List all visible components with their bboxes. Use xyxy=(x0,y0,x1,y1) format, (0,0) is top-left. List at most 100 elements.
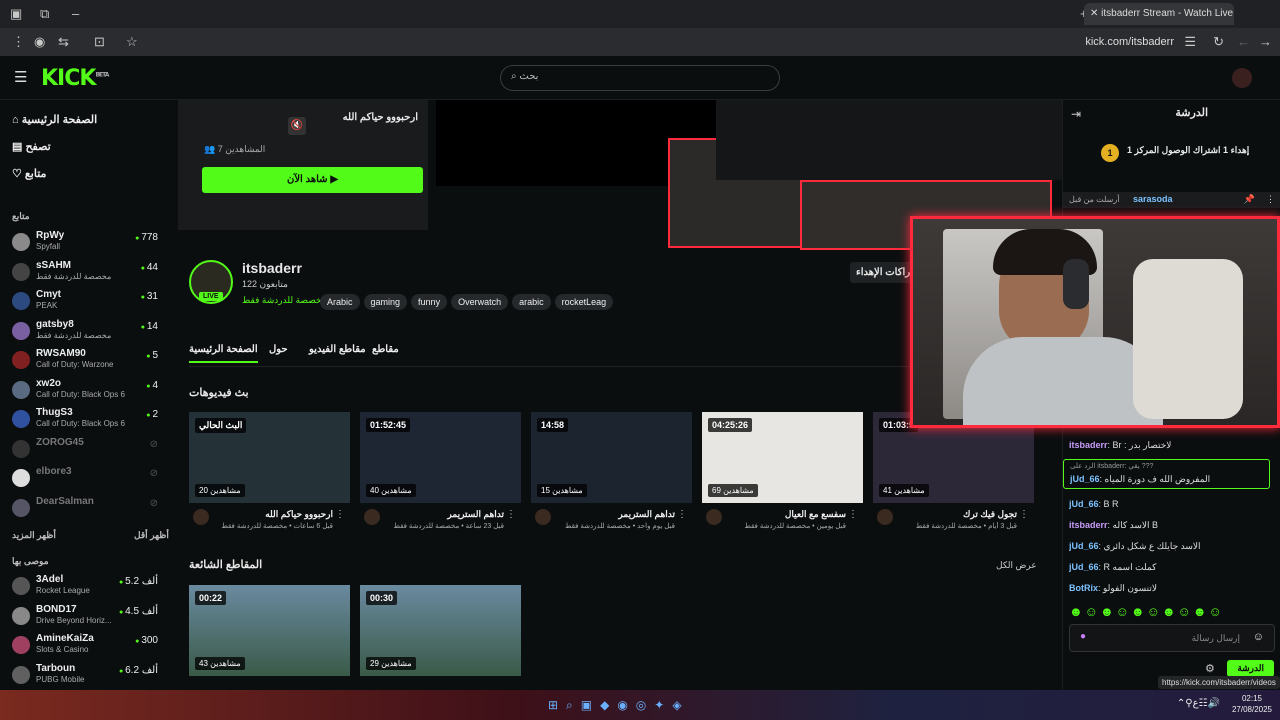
channel-item[interactable]: CmytPEAK 31 xyxy=(12,289,162,317)
tag[interactable]: rocketLeag xyxy=(554,294,614,310)
sidebar-item-home[interactable]: ⌂ الصفحة الرئيسية xyxy=(12,113,97,126)
taskbar-apps[interactable]: ⊞⌕▣◆◉◎✦◈ xyxy=(548,698,690,713)
channel-item[interactable]: 3AdelRocket League 5.2 ألف xyxy=(12,574,162,602)
tray-icons[interactable]: ⌃⚲ع☷🔊 xyxy=(1177,698,1220,709)
channel-item[interactable]: BOND17Drive Beyond Horiz... 4.5 ألف xyxy=(12,604,162,632)
video-title[interactable]: سفسع مع العيال xyxy=(726,509,846,520)
video-menu-icon[interactable]: ⋮ xyxy=(848,509,858,520)
emote-bar[interactable]: ☻☺☻☺☻☺☻☺☻☺ xyxy=(1069,604,1224,619)
channel-item[interactable]: DearSalman ⊘ xyxy=(12,496,162,524)
pin-icon[interactable]: 📌 xyxy=(1244,194,1255,205)
tag[interactable]: gaming xyxy=(363,294,408,310)
channel-item[interactable]: AmineKaiZaSlots & Casino 300 xyxy=(12,633,162,661)
tab-about[interactable]: حول xyxy=(269,344,288,355)
tag[interactable]: Overwatch xyxy=(451,294,509,310)
video-channel-avatar[interactable] xyxy=(193,509,209,525)
video-channel-avatar[interactable] xyxy=(877,509,893,525)
video-title[interactable]: تداهم الستريمر xyxy=(384,509,504,520)
more-icon[interactable]: ⋮ xyxy=(1266,194,1275,205)
more-icon[interactable]: ⋮ xyxy=(12,34,25,50)
back-icon[interactable]: → xyxy=(1259,34,1272,49)
tag[interactable]: funny xyxy=(411,294,448,310)
tab-settings-icon[interactable]: ☰ xyxy=(1184,34,1196,50)
chat-settings-icon[interactable]: ⚙ xyxy=(1205,662,1215,675)
menu-icon[interactable]: ▣ xyxy=(10,6,22,22)
show-less-link[interactable]: أظهر أقل xyxy=(134,530,169,541)
tabs-icon[interactable]: ⇆ xyxy=(58,34,69,50)
chat-message[interactable]: jUd_66: الاسد جايلك ع شكل دائري xyxy=(1069,541,1274,552)
watch-now-button[interactable]: شاهد الآن ▶ xyxy=(202,167,423,193)
pinned-message[interactable]: أرسلت من قبل sarasoda 📌 ⋮ xyxy=(1063,192,1280,208)
chat-username[interactable]: BotRix xyxy=(1069,583,1098,593)
tag[interactable]: Arabic xyxy=(320,294,360,310)
video-title[interactable]: ارحبووو حياكم الله xyxy=(213,509,333,520)
channel-item[interactable]: gatsby8مخصصة للدردشة فقط 14 xyxy=(12,319,162,347)
channel-item[interactable]: elbore3 ⊘ xyxy=(12,466,162,494)
show-all-clips-link[interactable]: عرض الكل xyxy=(996,560,1037,571)
collapse-chat-icon[interactable]: ⇥ xyxy=(1071,107,1081,121)
user-avatar[interactable] xyxy=(1232,68,1252,88)
chat-message[interactable]: BotRix: لاتنسون الفولو xyxy=(1069,583,1274,594)
search-input[interactable]: ⌕ بحث xyxy=(500,65,780,91)
kick-logo[interactable]: KICKBETA xyxy=(41,66,109,91)
show-more-link[interactable]: أظهر المزيد xyxy=(12,530,56,541)
close-tab-icon[interactable]: ✕ xyxy=(1090,8,1101,19)
chat-message[interactable]: jUd_66: B R xyxy=(1069,499,1274,509)
profile-icon[interactable]: ◉ xyxy=(34,34,45,50)
tab-icon[interactable]: ⧉ xyxy=(40,6,49,22)
mute-icon[interactable]: 🔇 xyxy=(288,117,306,135)
chat-username[interactable]: jUd_66 xyxy=(1069,499,1099,509)
video-thumbnail[interactable]: 14:58 15 مشاهدين xyxy=(531,412,692,503)
video-menu-icon[interactable]: ⋮ xyxy=(677,509,687,520)
sidebar-item-browse[interactable]: ▤ تصفح xyxy=(12,140,51,153)
video-thumbnail[interactable]: البث الحالي 20 مشاهدين xyxy=(189,412,350,503)
forward-icon[interactable]: ← xyxy=(1237,34,1250,49)
video-thumbnail[interactable]: 01:52:45 40 مشاهدين xyxy=(360,412,521,503)
tab-videos[interactable]: مقاطع الفيديو xyxy=(309,344,366,355)
channel-item[interactable]: ThugS3Call of Duty: Black Ops 6 2 xyxy=(12,407,162,435)
tag[interactable]: arabic xyxy=(512,294,551,310)
video-menu-icon[interactable]: ⋮ xyxy=(1019,509,1029,520)
tab-clips[interactable]: مقاطع xyxy=(372,344,399,355)
video-menu-icon[interactable]: ⋮ xyxy=(335,509,345,520)
video-title[interactable]: تجول فيك ترك xyxy=(897,509,1017,520)
chat-send-button[interactable]: الدرشة xyxy=(1227,660,1274,677)
channel-item[interactable]: RWSAM90Call of Duty: Warzone 5 xyxy=(12,348,162,376)
emoji-icon[interactable]: ☺ xyxy=(1253,631,1264,643)
clip-thumbnail[interactable]: 00:30 29 مشاهدين xyxy=(360,585,521,676)
minimize-icon[interactable]: – xyxy=(72,6,79,21)
reload-icon[interactable]: ↻ xyxy=(1213,34,1224,50)
video-channel-avatar[interactable] xyxy=(364,509,380,525)
chat-message[interactable]: jUd_66: R كملت اسمه xyxy=(1069,562,1274,573)
hamburger-icon[interactable]: ☰ xyxy=(14,68,27,86)
video-thumbnail[interactable]: 04:25:26 69 مشاهدين xyxy=(702,412,863,503)
channel-item[interactable]: ZOROG45 ⊘ xyxy=(12,437,162,465)
video-channel-avatar[interactable] xyxy=(706,509,722,525)
chat-message[interactable]: itsbaderr: الاسد كاله B xyxy=(1069,520,1274,531)
chat-username[interactable]: jUd_66 xyxy=(1070,474,1100,484)
bookmark-star-icon[interactable]: ☆ xyxy=(126,34,138,50)
chat-username[interactable]: itsbaderr xyxy=(1069,520,1108,530)
channel-item[interactable]: TarbounPUBG Mobile 6.2 ألف xyxy=(12,663,162,691)
channel-item[interactable]: sSAHMمخصصة للدردشة فقط 44 xyxy=(12,260,162,288)
tab-home[interactable]: الصفحة الرئيسية xyxy=(189,344,258,363)
chat-input[interactable]: ● إرسال رسالة ☺ xyxy=(1069,624,1275,652)
chat-username[interactable]: itsbaderr xyxy=(1069,440,1108,450)
reply-message[interactable]: الرد على itsbaderr: يقي ??? jUd_66: المفر… xyxy=(1063,459,1270,489)
browser-tab[interactable]: ✕ itsbaderr Stream - Watch Live o xyxy=(1084,3,1234,25)
channel-item[interactable]: RpWySpyfall 778 xyxy=(12,230,162,258)
clock[interactable]: 02:15 27/08/2025 xyxy=(1232,693,1272,715)
mic-icon[interactable]: ● xyxy=(1080,631,1086,642)
screenshot-icon[interactable]: ⊡ xyxy=(94,34,105,50)
chat-username[interactable]: jUd_66 xyxy=(1069,541,1099,551)
video-channel-avatar[interactable] xyxy=(535,509,551,525)
channel-item[interactable]: xw2oCall of Duty: Black Ops 6 4 xyxy=(12,378,162,406)
sidebar-item-following[interactable]: ♡ متابع xyxy=(12,167,46,180)
clip-thumbnail[interactable]: 00:22 43 مشاهدين xyxy=(189,585,350,676)
url-text[interactable]: kick.com/itsbaderr xyxy=(1085,36,1174,48)
video-menu-icon[interactable]: ⋮ xyxy=(506,509,516,520)
chat-message[interactable]: itsbaderr: Br : لاختصار بدر xyxy=(1069,440,1274,451)
channel-category[interactable]: مخصصة للدردشة فقط xyxy=(242,295,327,306)
chat-username[interactable]: jUd_66 xyxy=(1069,562,1099,572)
video-title[interactable]: تداهم الستريمر xyxy=(555,509,675,520)
